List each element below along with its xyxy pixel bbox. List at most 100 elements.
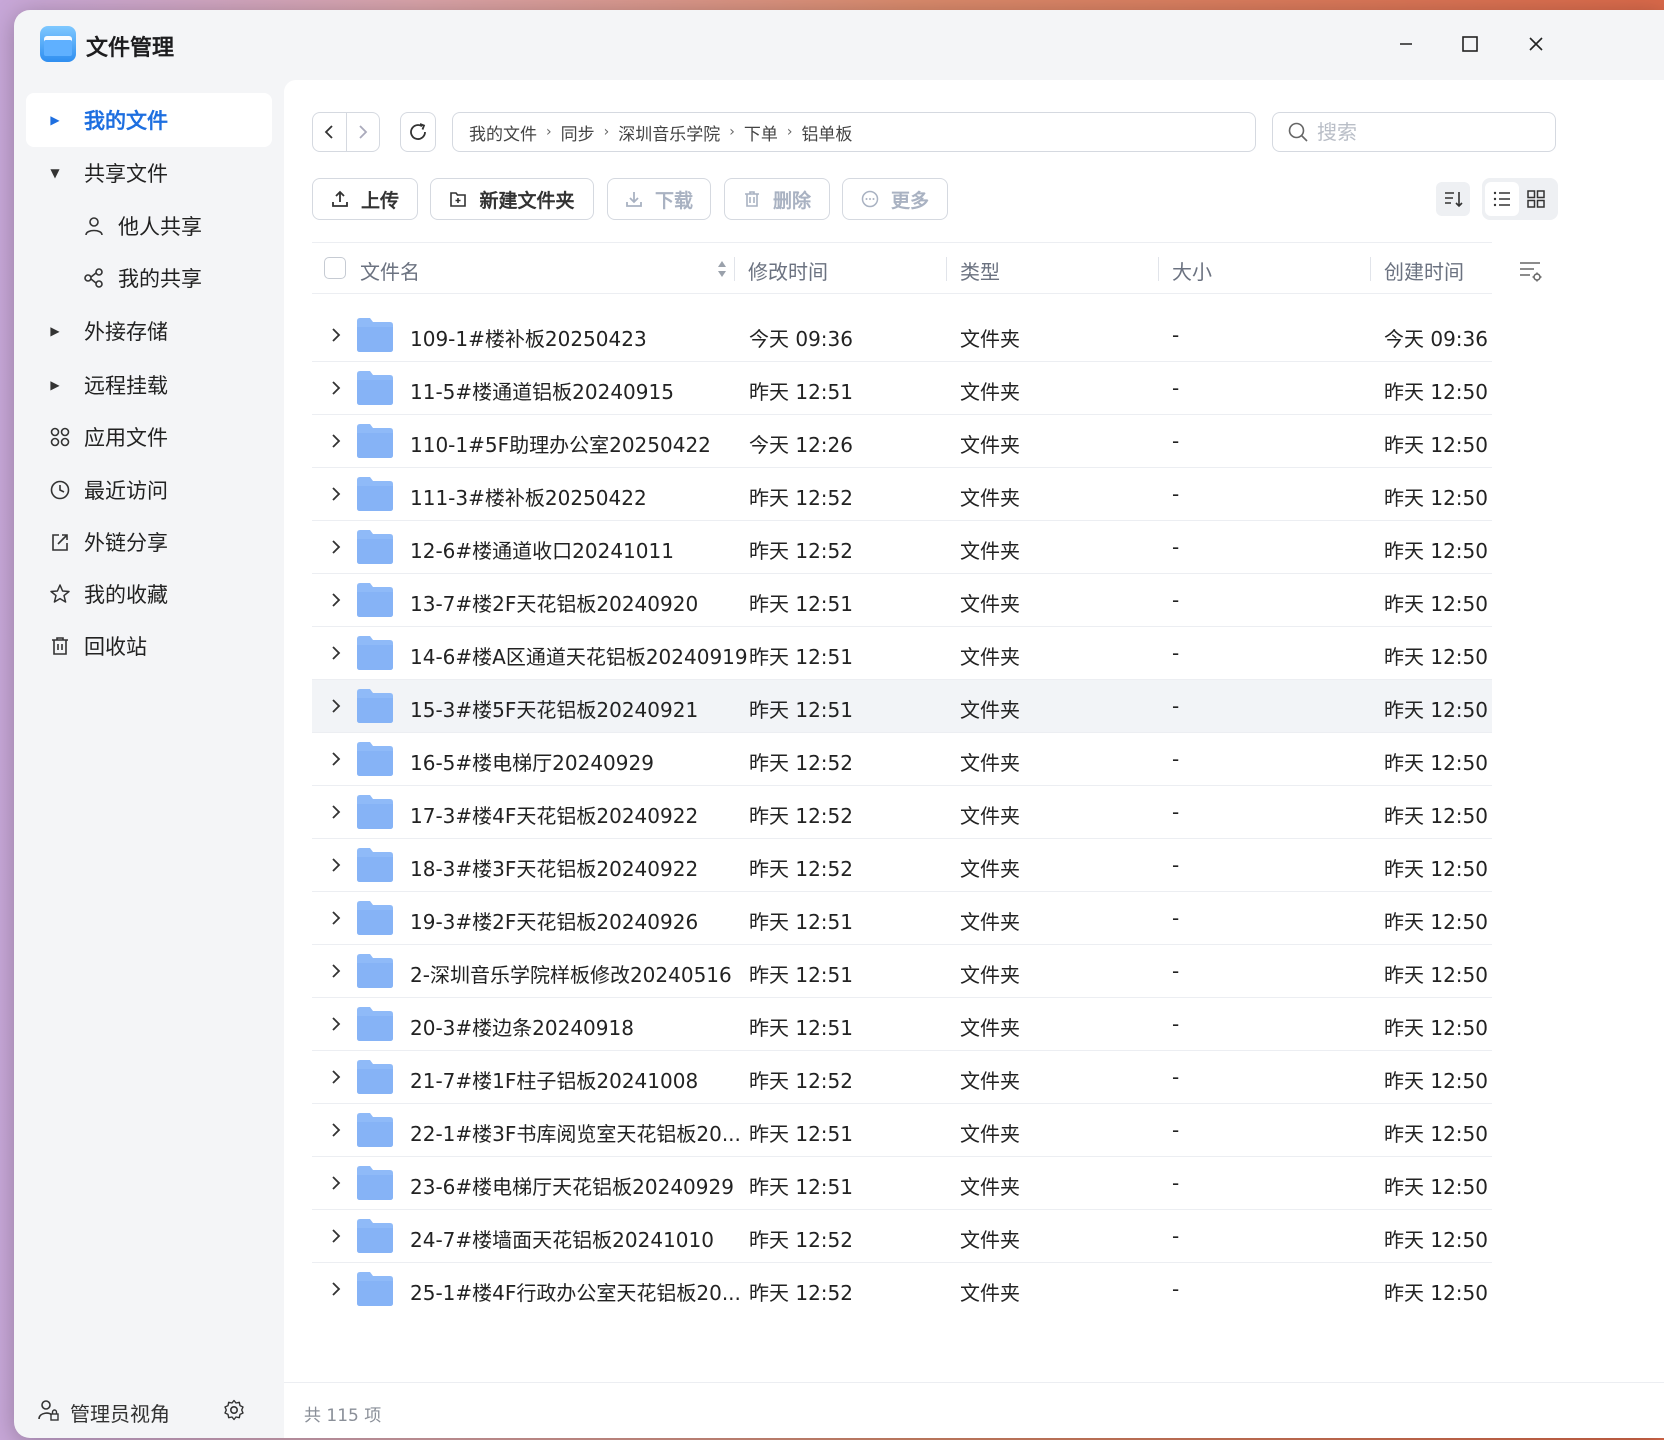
close-button[interactable] [1520, 28, 1552, 60]
select-all-checkbox[interactable] [324, 257, 346, 279]
expand-chevron-icon[interactable] [326, 853, 346, 877]
table-row[interactable]: 111-3#楼补板20250422 昨天 12:52 文件夹 - 昨天 12:50 [312, 468, 1492, 521]
file-name[interactable]: 23-6#楼电梯厅天花铝板20240929 [410, 1171, 734, 1200]
file-name[interactable]: 18-3#楼3F天花铝板20240922 [410, 853, 698, 882]
sidebar-item-app-files[interactable]: 应用文件 [26, 410, 272, 464]
breadcrumb-item[interactable]: 深圳音乐学院 [618, 120, 720, 145]
expand-chevron-icon[interactable] [326, 694, 346, 718]
back-button[interactable] [313, 113, 346, 151]
column-divider[interactable] [734, 257, 735, 281]
forward-button[interactable] [345, 113, 380, 151]
expand-chevron-icon[interactable] [326, 1118, 346, 1142]
list-view-button[interactable] [1485, 182, 1519, 216]
expand-chevron-icon[interactable] [326, 800, 346, 824]
expand-chevron-icon[interactable] [326, 1277, 346, 1301]
file-name[interactable]: 13-7#楼2F天花铝板20240920 [410, 588, 698, 617]
breadcrumb-item[interactable]: 我的文件 [469, 120, 537, 145]
table-row[interactable]: 25-1#楼4F行政办公室天花铝板20... 昨天 12:52 文件夹 - 昨天 12:… [312, 1263, 1492, 1313]
sidebar-item-external-links[interactable]: 外链分享 [26, 515, 272, 569]
file-name[interactable]: 19-3#楼2F天花铝板20240926 [410, 906, 698, 935]
column-divider[interactable] [1158, 257, 1159, 281]
table-row[interactable]: 11-5#楼通道铝板20240915 昨天 12:51 文件夹 - 昨天 12:50 [312, 362, 1492, 415]
more-button[interactable]: 更多 [842, 178, 948, 220]
sidebar-item-shared-with-me[interactable]: 他人共享 [26, 199, 272, 253]
admin-view-label[interactable]: 管理员视角 [70, 1398, 170, 1427]
table-row[interactable]: 17-3#楼4F天花铝板20240922 昨天 12:52 文件夹 - 昨天 12:50 [312, 786, 1492, 839]
breadcrumb-item[interactable]: 铝单板 [801, 120, 852, 145]
file-name[interactable]: 109-1#楼补板20250423 [410, 323, 647, 352]
file-name[interactable]: 24-7#楼墙面天花铝板20241010 [410, 1224, 714, 1253]
grid-view-button[interactable] [1519, 182, 1553, 216]
table-row[interactable]: 109-1#楼补板20250423 今天 09:36 文件夹 - 今天 09:36 [312, 309, 1492, 362]
sidebar-item-shared-files[interactable]: ▼ 共享文件 [26, 146, 272, 200]
column-settings-icon[interactable] [1518, 258, 1544, 284]
upload-button[interactable]: 上传 [312, 178, 418, 220]
column-divider[interactable] [1370, 257, 1371, 281]
expand-chevron-icon[interactable] [326, 1224, 346, 1248]
expand-chevron-icon[interactable] [326, 906, 346, 930]
expand-chevron-icon[interactable] [326, 376, 346, 400]
table-row[interactable]: 20-3#楼边条20240918 昨天 12:51 文件夹 - 昨天 12:50 [312, 998, 1492, 1051]
table-row[interactable]: 2-深圳音乐学院样板修改20240516 昨天 12:51 文件夹 - 昨天 12:50 [312, 945, 1492, 998]
sidebar-item-my-shares[interactable]: 我的共享 [26, 251, 272, 305]
table-row[interactable]: 24-7#楼墙面天花铝板20241010 昨天 12:52 文件夹 - 昨天 12:50 [312, 1210, 1492, 1263]
column-header-mtime[interactable]: 修改时间 [748, 256, 828, 285]
table-row[interactable]: 22-1#楼3F书库阅览室天花铝板20... 昨天 12:51 文件夹 - 昨天 12:… [312, 1104, 1492, 1157]
expand-chevron-icon[interactable] [326, 1012, 346, 1036]
table-row[interactable]: 18-3#楼3F天花铝板20240922 昨天 12:52 文件夹 - 昨天 12:50 [312, 839, 1492, 892]
file-name[interactable]: 12-6#楼通道收口20241011 [410, 535, 674, 564]
file-name[interactable]: 17-3#楼4F天花铝板20240922 [410, 800, 698, 829]
file-name[interactable]: 11-5#楼通道铝板20240915 [410, 376, 674, 405]
minimize-button[interactable] [1390, 28, 1422, 60]
expand-chevron-icon[interactable] [326, 959, 346, 983]
sort-arrows-icon[interactable] [716, 257, 728, 286]
file-name[interactable]: 20-3#楼边条20240918 [410, 1012, 634, 1041]
table-row[interactable]: 23-6#楼电梯厅天花铝板20240929 昨天 12:51 文件夹 - 昨天 12:5… [312, 1157, 1492, 1210]
maximize-button[interactable] [1454, 28, 1486, 60]
expand-chevron-icon[interactable] [326, 535, 346, 559]
table-row[interactable]: 15-3#楼5F天花铝板20240921 昨天 12:51 文件夹 - 昨天 12:50 [312, 680, 1492, 733]
file-name[interactable]: 111-3#楼补板20250422 [410, 482, 647, 511]
column-header-ctime[interactable]: 创建时间 [1384, 256, 1464, 285]
file-name[interactable]: 2-深圳音乐学院样板修改20240516 [410, 959, 732, 988]
sidebar-item-my-files[interactable]: ▶ 我的文件 [26, 93, 272, 147]
sidebar-item-external-storage[interactable]: ▶ 外接存储 [26, 304, 272, 358]
refresh-button[interactable] [400, 112, 436, 152]
expand-chevron-icon[interactable] [326, 482, 346, 506]
sidebar-item-remote-mount[interactable]: ▶ 远程挂载 [26, 358, 272, 412]
new-folder-button[interactable]: 新建文件夹 [430, 178, 594, 220]
file-name[interactable]: 110-1#5F助理办公室20250422 [410, 429, 711, 458]
expand-chevron-icon[interactable] [326, 1065, 346, 1089]
table-row[interactable]: 16-5#楼电梯厅20240929 昨天 12:52 文件夹 - 昨天 12:50 [312, 733, 1492, 786]
sidebar-item-recycle-bin[interactable]: 回收站 [26, 619, 272, 673]
file-name[interactable]: 21-7#楼1F柱子铝板20241008 [410, 1065, 698, 1094]
file-name[interactable]: 14-6#楼A区通道天花铝板20240919 [410, 641, 748, 670]
file-name[interactable]: 16-5#楼电梯厅20240929 [410, 747, 654, 776]
column-header-name[interactable]: 文件名 [360, 256, 420, 285]
breadcrumb-item[interactable]: 同步 [561, 120, 595, 145]
search-input[interactable] [1317, 120, 1537, 144]
sidebar-item-recent[interactable]: 最近访问 [26, 463, 272, 517]
column-header-size[interactable]: 大小 [1172, 256, 1212, 285]
table-row[interactable]: 21-7#楼1F柱子铝板20241008 昨天 12:52 文件夹 - 昨天 12:50 [312, 1051, 1492, 1104]
table-row[interactable]: 14-6#楼A区通道天花铝板20240919 昨天 12:51 文件夹 - 昨天 12:… [312, 627, 1492, 680]
breadcrumb-item[interactable]: 下单 [744, 120, 778, 145]
file-name[interactable]: 25-1#楼4F行政办公室天花铝板20... [410, 1277, 741, 1306]
expand-chevron-icon[interactable] [326, 323, 346, 347]
sidebar-item-favorites[interactable]: 我的收藏 [26, 567, 272, 621]
gear-icon[interactable] [222, 1398, 246, 1426]
table-row[interactable]: 13-7#楼2F天花铝板20240920 昨天 12:51 文件夹 - 昨天 12:50 [312, 574, 1492, 627]
expand-chevron-icon[interactable] [326, 588, 346, 612]
delete-button[interactable]: 删除 [724, 178, 830, 220]
file-name[interactable]: 15-3#楼5F天花铝板20240921 [410, 694, 698, 723]
column-header-type[interactable]: 类型 [960, 256, 1000, 285]
expand-chevron-icon[interactable] [326, 1171, 346, 1195]
table-row[interactable]: 19-3#楼2F天花铝板20240926 昨天 12:51 文件夹 - 昨天 12:50 [312, 892, 1492, 945]
column-divider[interactable] [946, 257, 947, 281]
file-name[interactable]: 22-1#楼3F书库阅览室天花铝板20... [410, 1118, 741, 1147]
expand-chevron-icon[interactable] [326, 641, 346, 665]
table-row[interactable]: 110-1#5F助理办公室20250422 今天 12:26 文件夹 - 昨天 12:5… [312, 415, 1492, 468]
expand-chevron-icon[interactable] [326, 429, 346, 453]
sort-button[interactable] [1436, 182, 1470, 216]
expand-chevron-icon[interactable] [326, 747, 346, 771]
